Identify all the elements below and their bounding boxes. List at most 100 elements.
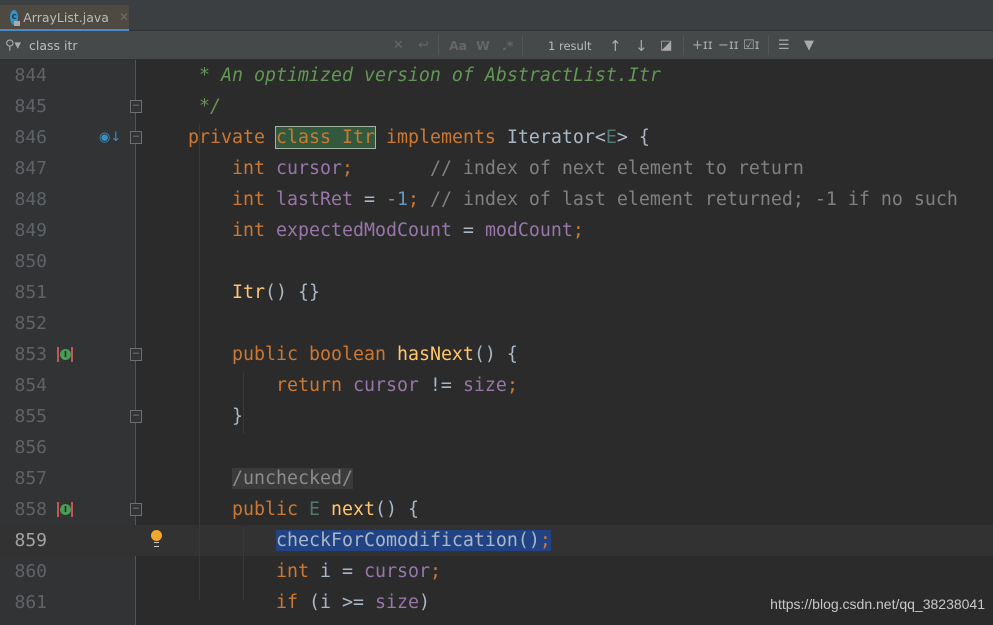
line-number[interactable]: 856 <box>0 432 47 463</box>
code-line[interactable]: 848 int lastRet = -1; // index of last e… <box>0 184 993 215</box>
line-number[interactable]: 846 <box>0 122 47 153</box>
new-line-icon[interactable]: ↩ <box>418 31 429 60</box>
code-text: int i = cursor; <box>188 556 441 587</box>
code-line[interactable]: 847 int cursor; // index of next element… <box>0 153 993 184</box>
search-input[interactable]: class itr <box>29 31 78 60</box>
line-number[interactable]: 853 <box>0 339 47 370</box>
search-icon[interactable]: ⚲▾ <box>5 31 21 60</box>
code-editor[interactable]: 844 * An optimized version of AbstractLi… <box>0 60 993 625</box>
line-number[interactable]: 860 <box>0 556 47 587</box>
code-line[interactable]: 853 I − public boolean hasNext() { <box>0 339 993 370</box>
regex-button[interactable]: .* <box>502 31 513 60</box>
line-number[interactable]: 847 <box>0 153 47 184</box>
line-number[interactable]: 844 <box>0 60 47 91</box>
code-token: i = <box>319 561 364 582</box>
code-line[interactable]: 858 I − public E next() { <box>0 494 993 525</box>
fold-end-icon[interactable]: − <box>130 410 142 423</box>
code-text: if (i >= size) <box>188 587 430 618</box>
java-class-icon: c <box>10 9 21 26</box>
code-text: int lastRet = -1; // index of last eleme… <box>188 184 958 215</box>
code-token: = <box>451 220 485 241</box>
code-token: return <box>188 375 353 396</box>
filter-icon[interactable]: ▼ <box>804 31 814 60</box>
indent-guide <box>243 527 244 600</box>
line-number[interactable]: 859 <box>0 525 47 556</box>
code-line[interactable]: 849 int expectedModCount = modCount; <box>0 215 993 246</box>
code-token: ) <box>418 592 430 613</box>
line-number[interactable]: 851 <box>0 277 47 308</box>
indent-guide <box>243 372 244 434</box>
divider <box>768 35 769 55</box>
code-token: Iterator< <box>506 127 606 148</box>
line-number[interactable]: 858 <box>0 494 47 525</box>
line-number[interactable]: 861 <box>0 587 47 618</box>
filter-search-results-icon[interactable]: ◪ <box>660 31 672 60</box>
code-text: } <box>188 401 243 432</box>
find-bar: ⚲▾ class itr ✕ ↩ Aa W .* 1 result ↑ ↓ ◪ … <box>0 31 993 60</box>
line-number[interactable]: 850 <box>0 246 47 277</box>
line-number[interactable]: 855 <box>0 401 47 432</box>
code-token: */ <box>188 96 221 117</box>
code-token: != <box>418 375 463 396</box>
clear-icon[interactable]: ✕ <box>393 31 404 60</box>
select-all-occurrences-icon[interactable]: ☑ɪ <box>743 31 760 60</box>
add-occurrence-icon[interactable]: +ɪɪ <box>692 31 713 60</box>
tab-arraylist-java[interactable]: c ArrayList.java ✕ <box>0 5 129 31</box>
code-token: private <box>188 127 276 148</box>
watermark: https://blog.csdn.net/qq_38238041 <box>770 596 985 612</box>
code-text: /unchecked/ <box>188 463 353 494</box>
code-token: int <box>188 220 276 241</box>
close-icon[interactable]: ✕ <box>119 10 129 24</box>
code-token: int <box>188 189 276 210</box>
code-line[interactable]: 845 − */ <box>0 91 993 122</box>
line-number[interactable]: 845 <box>0 91 47 122</box>
code-line[interactable]: 860 int i = cursor; <box>0 556 993 587</box>
code-line[interactable]: 857 /unchecked/ <box>0 463 993 494</box>
next-occurrence-icon[interactable]: ↓ <box>635 31 648 60</box>
code-token: next <box>330 499 375 520</box>
code-line[interactable]: 850 <box>0 246 993 277</box>
remove-occurrence-icon[interactable]: −ɪɪ <box>718 31 739 60</box>
line-number[interactable]: 857 <box>0 463 47 494</box>
line-number[interactable]: 854 <box>0 370 47 401</box>
fold-start-icon[interactable]: − <box>130 348 142 361</box>
overridden-method-icon[interactable]: ◉↓ <box>99 130 121 145</box>
implements-method-icon[interactable]: I <box>56 502 74 518</box>
code-token: cursor <box>352 375 419 396</box>
fold-start-icon[interactable]: − <box>130 503 142 516</box>
words-button[interactable]: W <box>476 31 490 60</box>
code-token: (i >= <box>308 592 375 613</box>
in-selection-icon[interactable]: ☰ <box>778 31 790 60</box>
code-token: int <box>188 561 320 582</box>
intention-bulb-icon[interactable] <box>151 530 162 547</box>
code-token: if <box>188 592 309 613</box>
code-token: implements <box>374 127 507 148</box>
code-line[interactable]: 851 Itr() {} <box>0 277 993 308</box>
fold-end-icon[interactable]: − <box>130 100 142 113</box>
line-number[interactable]: 852 <box>0 308 47 339</box>
code-line[interactable]: 859 checkForComodification(); <box>0 525 993 556</box>
line-number[interactable]: 848 <box>0 184 47 215</box>
code-token: E <box>308 499 331 520</box>
fold-start-icon[interactable]: − <box>130 131 142 144</box>
code-token: /unchecked/ <box>232 468 353 489</box>
code-line[interactable]: 852 <box>0 308 993 339</box>
code-token: ; <box>572 220 584 241</box>
previous-occurrence-icon[interactable]: ↑ <box>609 31 622 60</box>
code-line[interactable]: 855 − } <box>0 401 993 432</box>
code-line[interactable]: 844 * An optimized version of AbstractLi… <box>0 60 993 91</box>
code-token: modCount <box>484 220 573 241</box>
line-number[interactable]: 849 <box>0 215 47 246</box>
implements-method-icon[interactable]: I <box>56 347 74 363</box>
match-case-button[interactable]: Aa <box>449 31 467 60</box>
code-text: int expectedModCount = modCount; <box>188 215 584 246</box>
code-token: } <box>188 406 243 427</box>
code-token: size <box>462 375 507 396</box>
code-line[interactable]: 854 return cursor != size; <box>0 370 993 401</box>
code-token: * An optimized version of AbstractList.I… <box>188 65 661 86</box>
code-line[interactable]: 846 ◉↓ − private class Itr implements Itera… <box>0 122 993 153</box>
code-token: lastRet <box>275 189 353 210</box>
code-line[interactable]: 856 <box>0 432 993 463</box>
